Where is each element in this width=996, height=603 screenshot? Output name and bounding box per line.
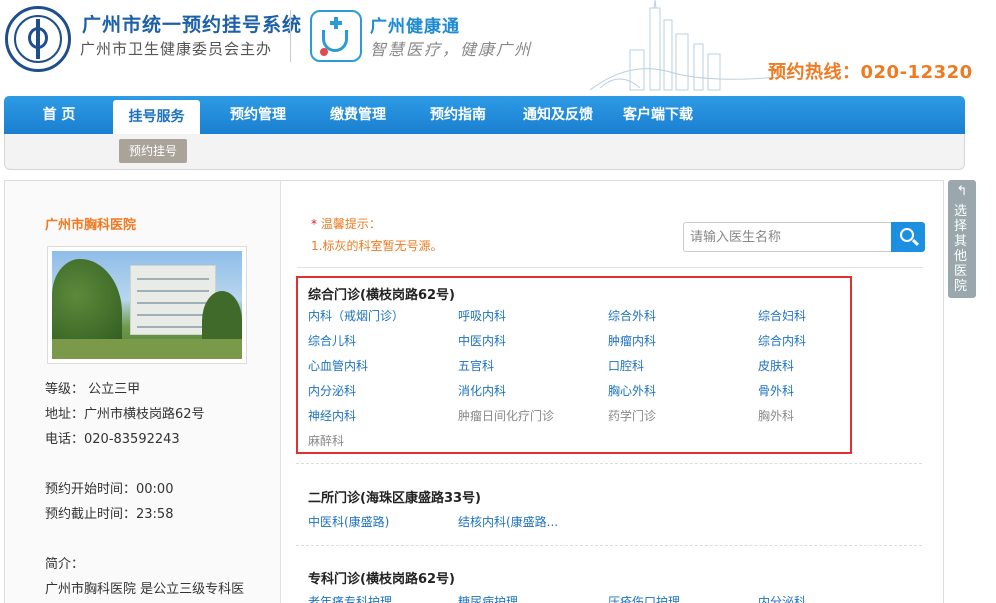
health-app-logo: [310, 10, 362, 62]
system-subtitle: 广州市卫生健康委员会主办: [80, 40, 273, 58]
department-link[interactable]: 综合儿科: [308, 332, 356, 349]
hospital-address: 地址：广州市横枝岗路62号: [45, 407, 205, 422]
nav-appointment-guide[interactable]: 预约指南: [424, 96, 492, 134]
system-title: 广州市统一预约挂号系统: [82, 14, 303, 36]
department-link[interactable]: 心血管内科: [308, 357, 368, 374]
section-title: 二所门诊(海珠区康盛路33号): [308, 491, 481, 506]
department-link-unavailable[interactable]: 胸外科: [758, 407, 794, 424]
app-slogan: 智慧医疗，健康广州: [370, 40, 533, 59]
department-link[interactable]: 结核内科(康盛路...: [458, 513, 558, 530]
emblem-logo: [5, 6, 71, 72]
header-divider: [290, 10, 291, 62]
appointment-start-time: 预约开始时间：00:00: [45, 482, 174, 497]
doctor-search: [683, 222, 925, 252]
department-link[interactable]: 综合妇科: [758, 307, 806, 324]
department-link[interactable]: 胸心外科: [608, 382, 656, 399]
department-link[interactable]: 中医科(康盛路): [308, 513, 389, 530]
nav-registration-service[interactable]: 挂号服务: [113, 100, 200, 134]
page: 广州市统一预约挂号系统 广州市卫生健康委员会主办 广州健康通 智慧医疗，健康广州…: [0, 0, 996, 603]
appointment-registration-button[interactable]: 预约挂号: [119, 139, 187, 163]
select-other-hospital-tab[interactable]: ↰ 选择其他医院: [948, 180, 976, 298]
hospital-photo: [47, 246, 247, 364]
appointment-end-time: 预约截止时间：23:58: [45, 507, 174, 522]
department-link[interactable]: 内分泌科: [308, 382, 356, 399]
sub-nav: 预约挂号: [4, 134, 965, 170]
doctor-search-input[interactable]: [683, 222, 892, 252]
department-link-unavailable[interactable]: 麻醉科: [308, 432, 344, 449]
department-link[interactable]: 中医内科: [458, 332, 506, 349]
city-skyline-illustration: [590, 0, 790, 91]
hotline-text: 预约热线：020-12320: [768, 62, 973, 83]
intro-label: 简介：: [45, 557, 85, 572]
department-link[interactable]: 糖尿病护理: [458, 593, 518, 603]
hospital-name: 广州市胸科医院: [45, 218, 137, 233]
tips-title: * 温馨提示：: [311, 217, 381, 231]
department-link-unavailable[interactable]: 药学门诊: [608, 407, 656, 424]
department-link[interactable]: 肿瘤内科: [608, 332, 656, 349]
intro-text: 广州市胸科医院 是公立三级专科医: [45, 582, 245, 597]
department-link[interactable]: 老年痛专科护理: [308, 593, 392, 603]
hospital-phone: 电话：020-83592243: [45, 432, 180, 447]
department-link[interactable]: 综合外科: [608, 307, 656, 324]
department-link[interactable]: 呼吸内科: [458, 307, 506, 324]
section-title: 综合门诊(横枝岗路62号): [308, 288, 455, 303]
search-button[interactable]: [891, 222, 925, 252]
department-link[interactable]: 压疮伤口护理: [608, 593, 680, 603]
section-divider: [296, 545, 922, 546]
return-arrow-icon: ↰: [956, 184, 968, 199]
department-link[interactable]: 内科（戒烟门诊）: [308, 307, 404, 324]
hospital-info-panel: 广州市胸科医院 等级： 公立三甲 地址：广州市横枝岗路62号 电话：020-83…: [5, 181, 281, 603]
nav-home[interactable]: 首 页: [34, 96, 84, 134]
divider: [297, 267, 923, 268]
main-nav: 首 页 挂号服务 预约管理 缴费管理 预约指南 通知及反馈 客户端下载: [4, 96, 965, 134]
side-tab-label: 选择其他医院: [954, 204, 968, 294]
department-link[interactable]: 五官科: [458, 357, 494, 374]
department-link[interactable]: 骨外科: [758, 382, 794, 399]
nav-notice-feedback[interactable]: 通知及反馈: [516, 96, 600, 134]
header: 广州市统一预约挂号系统 广州市卫生健康委员会主办 广州健康通 智慧医疗，健康广州…: [0, 0, 996, 95]
department-link[interactable]: 综合内科: [758, 332, 806, 349]
department-link[interactable]: 皮肤科: [758, 357, 794, 374]
hospital-level: 等级： 公立三甲: [45, 382, 141, 397]
department-link[interactable]: 内分泌科: [758, 593, 806, 603]
department-link[interactable]: 口腔科: [608, 357, 644, 374]
section-title: 专科门诊(横枝岗路62号): [308, 572, 455, 587]
nav-client-download[interactable]: 客户端下载: [616, 96, 700, 134]
nav-payment-management[interactable]: 缴费管理: [324, 96, 392, 134]
tips-line: 1.标灰的科室暂无号源。: [311, 239, 443, 253]
department-link-unavailable[interactable]: 肿瘤日间化疗门诊: [458, 407, 554, 424]
department-link[interactable]: 消化内科: [458, 382, 506, 399]
section-divider: [296, 463, 922, 464]
app-name: 广州健康通: [370, 17, 460, 37]
department-link[interactable]: 神经内科: [308, 407, 356, 424]
nav-appointment-management[interactable]: 预约管理: [224, 96, 292, 134]
